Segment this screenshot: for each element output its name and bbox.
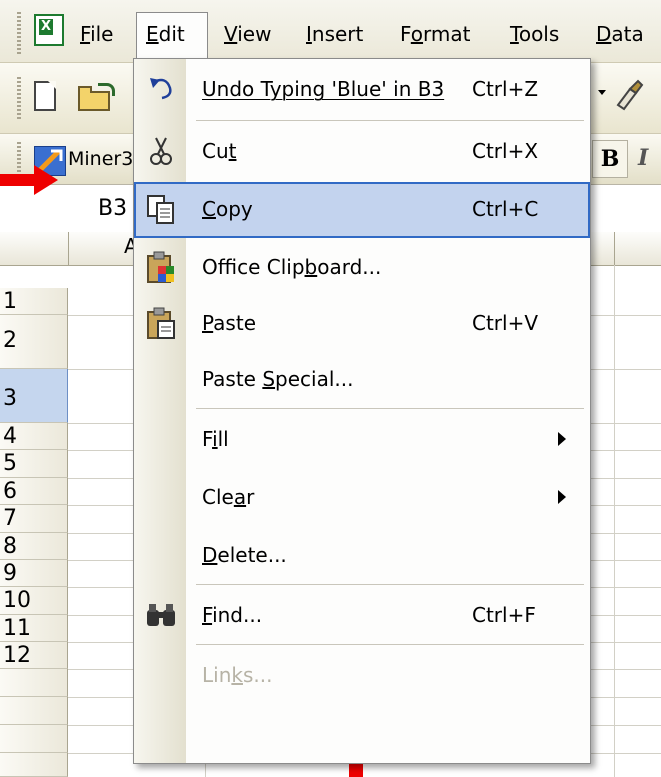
italic-button[interactable]: I <box>638 140 661 176</box>
row-header-6[interactable]: 6 <box>0 478 68 505</box>
miner-addin-label[interactable]: Miner3 <box>68 144 133 174</box>
menu-separator <box>196 120 584 121</box>
undo-label: Undo Typing 'Blue' in B3 <box>202 77 445 101</box>
row-header-3[interactable]: 3 <box>0 369 68 423</box>
menu-file[interactable]: File <box>80 14 113 54</box>
submenu-arrow-icon <box>558 490 566 504</box>
paste-icon <box>144 306 178 340</box>
menu-format[interactable]: Format <box>400 14 471 54</box>
row-header-4[interactable]: 4 <box>0 423 68 450</box>
toolbar-grip[interactable] <box>17 77 21 119</box>
row-header-extra[interactable] <box>0 725 68 753</box>
menu-separator <box>196 584 584 585</box>
menu-separator <box>196 408 584 409</box>
column-divider <box>614 232 615 265</box>
menu-item-cut[interactable]: Cut Ctrl+X <box>134 124 590 180</box>
open-folder-icon[interactable] <box>78 83 116 111</box>
paste-shortcut: Ctrl+V <box>472 311 539 335</box>
copy-label: Copy <box>202 197 253 221</box>
menu-item-links: Links... <box>134 648 590 704</box>
row-header-2[interactable]: 2 <box>0 315 68 369</box>
menu-item-fill[interactable]: Fill <box>134 412 590 468</box>
row-header-8[interactable]: 8 <box>0 533 68 560</box>
menu-item-office-clipboard[interactable]: Office Clipboard... <box>134 240 590 296</box>
menu-data[interactable]: Data <box>596 14 644 54</box>
red-arrow-icon <box>0 165 58 195</box>
new-document-icon[interactable] <box>34 81 56 111</box>
row-header-5[interactable]: 5 <box>0 450 68 478</box>
row-header-12[interactable]: 12 <box>0 642 68 669</box>
row-header-7[interactable]: 7 <box>0 505 68 533</box>
row-header-10[interactable]: 10 <box>0 587 68 615</box>
links-label: Links... <box>202 663 273 687</box>
menu-edit[interactable]: Edit <box>146 14 185 54</box>
office-clipboard-icon <box>144 250 178 284</box>
row-header-1[interactable]: 1 <box>0 288 68 315</box>
menu-insert[interactable]: Insert <box>306 14 363 54</box>
row-header-extra[interactable] <box>0 753 68 777</box>
clear-label: Clear <box>202 485 255 509</box>
copy-shortcut: Ctrl+C <box>472 197 539 221</box>
dropdown-arrow-icon[interactable] <box>598 90 606 95</box>
format-painter-icon[interactable] <box>614 79 644 111</box>
cut-label: Cut <box>202 139 237 163</box>
row-header-9[interactable]: 9 <box>0 560 68 587</box>
cut-icon <box>144 134 178 168</box>
menu-item-paste[interactable]: Paste Ctrl+V <box>134 296 590 352</box>
menu-item-paste-special[interactable]: Paste Special... <box>134 352 590 408</box>
menu-item-clear[interactable]: Clear <box>134 470 590 526</box>
excel-icon[interactable]: X <box>34 14 64 46</box>
submenu-arrow-icon <box>558 432 566 446</box>
menu-separator <box>196 644 584 645</box>
delete-label: Delete... <box>202 543 287 567</box>
fill-label: Fill <box>202 427 229 451</box>
find-shortcut: Ctrl+F <box>472 603 536 627</box>
name-box[interactable]: B3 <box>98 193 127 225</box>
binoculars-icon <box>144 598 178 632</box>
row-header-extra[interactable] <box>0 669 68 697</box>
menubar-grip[interactable] <box>17 12 21 54</box>
cut-shortcut: Ctrl+X <box>472 139 539 163</box>
undo-shortcut: Ctrl+Z <box>472 77 539 101</box>
menu-item-delete[interactable]: Delete... <box>134 528 590 584</box>
row-header-extra[interactable] <box>0 697 68 725</box>
select-all-corner[interactable] <box>0 232 69 265</box>
row-header-11[interactable]: 11 <box>0 615 68 642</box>
paste-label: Paste <box>202 311 256 335</box>
menu-tools[interactable]: Tools <box>510 14 559 54</box>
menu-view[interactable]: View <box>224 14 271 54</box>
menu-item-copy[interactable]: Copy Ctrl+C <box>134 182 590 238</box>
column-gridline <box>614 265 615 777</box>
menu-item-find[interactable]: Find... Ctrl+F <box>134 588 590 644</box>
undo-icon <box>144 72 178 106</box>
find-label: Find... <box>202 603 263 627</box>
bold-button[interactable]: B <box>592 140 628 178</box>
paste-special-label: Paste Special... <box>202 367 354 391</box>
menu-item-undo[interactable]: Undo Typing 'Blue' in B3 Ctrl+Z <box>134 62 590 118</box>
office-clipboard-label: Office Clipboard... <box>202 255 382 279</box>
menu-bar: X File Edit View Insert Format Tools Dat… <box>0 0 661 62</box>
copy-icon <box>144 192 178 226</box>
